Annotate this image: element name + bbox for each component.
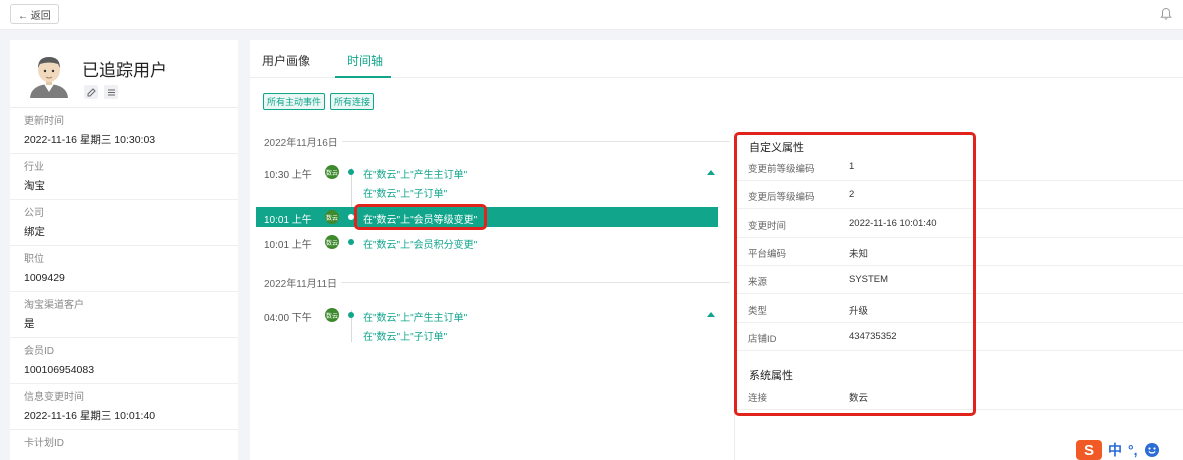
- field-label: 会员ID: [24, 346, 54, 357]
- date-label: 2022年11月16日: [264, 134, 342, 149]
- profile-header: 已追踪用户: [10, 40, 238, 108]
- profile-field: 信息变更时间 2022-11-16 星期三 10:01:40: [10, 384, 238, 430]
- field-value: 2022-11-16 星期三 10:30:03: [24, 134, 156, 146]
- field-label: 更新时间: [24, 116, 64, 127]
- sub-event-link[interactable]: 在"数云"上"子订单": [363, 328, 447, 343]
- field-value: 是: [24, 318, 35, 330]
- field-label: 淘宝渠道客户: [24, 300, 84, 311]
- profile-panel: 已追踪用户 更新时间 2022-11-16 星期三 10:30:03 行业淘宝公司绑…: [10, 40, 238, 460]
- date-divider: 2022年11月16日: [264, 134, 730, 149]
- highlight-box: [734, 132, 976, 416]
- profile-field: 卡计划ID: [10, 430, 238, 460]
- timeline-entry[interactable]: 10:30 上午 数云 在"数云"上"产生主订单": [256, 162, 718, 182]
- back-label: ← 返回: [18, 10, 51, 22]
- date-label: 2022年11月11日: [264, 275, 342, 290]
- field-value: 淘宝: [24, 180, 45, 192]
- date-divider: 2022年11月11日: [264, 275, 730, 290]
- timeline-dot: [348, 239, 354, 245]
- list-icon[interactable]: [104, 85, 118, 99]
- timeline-entry-selected[interactable]: 10:01 上午 数云 在"数云"上"会员等级变更": [256, 207, 718, 227]
- source-badge-icon: 数云: [325, 308, 339, 322]
- field-value: 1009429: [24, 272, 65, 284]
- top-bar: ← 返回: [0, 0, 1183, 30]
- field-label: 职位: [24, 254, 44, 265]
- profile-fields: 更新时间 2022-11-16 星期三 10:30:03 行业淘宝公司绑定职位 100…: [10, 108, 238, 460]
- field-label: 卡计划ID: [24, 438, 64, 449]
- event-link[interactable]: 在"数云"上"产生主订单": [363, 166, 467, 181]
- edit-icon[interactable]: [84, 85, 98, 99]
- field-label: 信息变更时间: [24, 392, 84, 403]
- tab-bar: 用户画像 时间轴: [250, 40, 1183, 78]
- collapse-caret-icon[interactable]: [707, 170, 715, 175]
- profile-field: 职位 1009429: [10, 246, 238, 292]
- profile-field: 行业 淘宝: [10, 154, 238, 200]
- ime-logo-icon[interactable]: S: [1076, 440, 1102, 460]
- profile-field: 会员ID 100106954083: [10, 338, 238, 384]
- profile-field: 淘宝渠道客户是: [10, 292, 238, 338]
- back-button[interactable]: ← 返回: [10, 4, 59, 24]
- ime-toolbar[interactable]: S 中 °,: [1076, 440, 1160, 460]
- main-panel: 用户画像 时间轴 所有主动事件 所有连接 2022年11月16日 10:30 上…: [250, 40, 1183, 460]
- ime-language-toggle[interactable]: 中: [1108, 440, 1122, 460]
- field-value: 100106954083: [24, 364, 95, 376]
- active-tab-indicator: [335, 76, 391, 78]
- field-label: 公司: [24, 208, 44, 219]
- tab-timeline[interactable]: 时间轴: [347, 52, 383, 69]
- source-badge-icon: 数云: [325, 165, 339, 179]
- entry-time: 10:30 上午: [264, 170, 312, 181]
- field-value: 2022-11-16 星期三 10:01:40: [24, 410, 156, 422]
- avatar: [30, 57, 68, 98]
- entry-time: 04:00 下午: [264, 313, 312, 324]
- collapse-caret-icon[interactable]: [707, 312, 715, 317]
- event-link[interactable]: 在"数云"上"产生主订单": [363, 309, 467, 324]
- bell-icon[interactable]: [1159, 7, 1173, 21]
- field-label: 行业: [24, 162, 44, 173]
- filter-all-events[interactable]: 所有主动事件: [263, 93, 326, 110]
- timeline-dot: [348, 312, 354, 318]
- timeline-entry[interactable]: 04:00 下午 数云 在"数云"上"产生主订单": [256, 305, 718, 325]
- profile-title: 已追踪用户: [82, 61, 167, 80]
- highlight-box: [354, 204, 487, 230]
- sub-event-link[interactable]: 在"数云"上"子订单": [363, 185, 447, 200]
- profile-field: 更新时间 2022-11-16 星期三 10:30:03: [10, 108, 238, 154]
- tab-user-portrait[interactable]: 用户画像: [262, 52, 310, 69]
- timeline-dot: [348, 169, 354, 175]
- entry-time: 10:01 上午: [264, 240, 312, 251]
- source-badge-icon: 数云: [325, 210, 339, 224]
- field-value: 绑定: [24, 226, 45, 238]
- timeline-entry[interactable]: 10:01 上午 数云 在"数云"上"会员积分变更": [256, 232, 718, 252]
- profile-field: 公司 绑定: [10, 200, 238, 246]
- ime-punctuation-toggle[interactable]: °,: [1128, 442, 1138, 458]
- event-link[interactable]: 在"数云"上"会员积分变更": [363, 236, 477, 251]
- smile-icon[interactable]: [1144, 442, 1160, 458]
- source-badge-icon: 数云: [325, 235, 339, 249]
- entry-time: 10:01 上午: [264, 215, 312, 226]
- filter-all-connections[interactable]: 所有连接: [330, 93, 375, 110]
